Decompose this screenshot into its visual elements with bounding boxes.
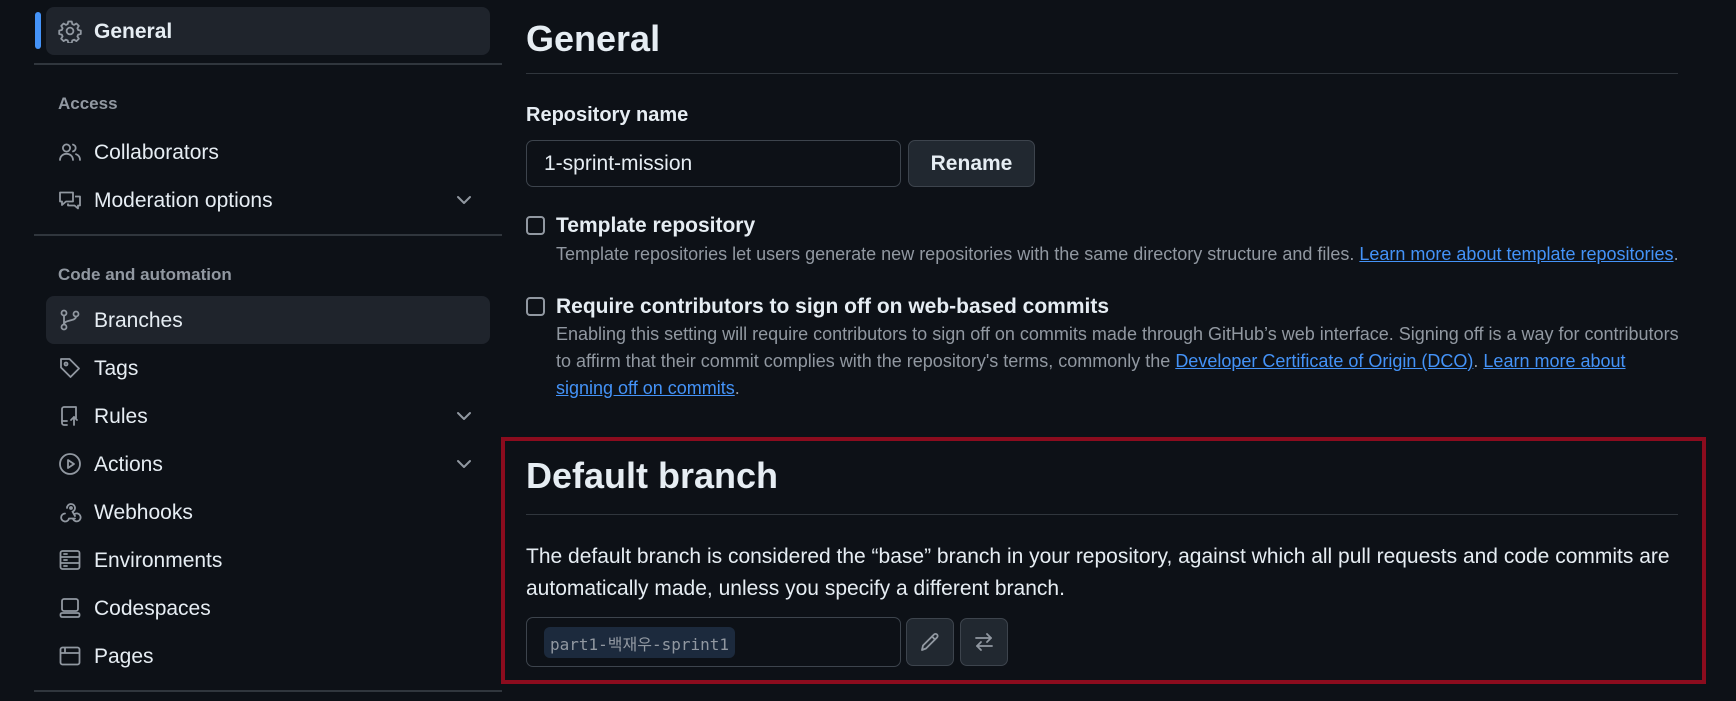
default-branch-title: Default branch xyxy=(526,455,779,496)
default-branch-name: part1-백재우-sprint1 xyxy=(544,627,736,658)
sidebar-item-rules[interactable]: Rules xyxy=(46,392,490,440)
browser-icon xyxy=(58,644,82,668)
sidebar-divider xyxy=(34,690,502,692)
default-branch-field: part1-백재우-sprint1 xyxy=(526,617,901,667)
arrow-switch-icon xyxy=(972,630,996,654)
signoff-desc-mid: . xyxy=(1473,351,1484,371)
sidebar-item-environments[interactable]: Environments xyxy=(46,536,490,584)
template-repository-description: Template repositories let users generate… xyxy=(556,241,1686,268)
sidebar-item-label: Rules xyxy=(94,404,148,428)
sidebar-item-codespaces[interactable]: Codespaces xyxy=(46,584,490,632)
default-branch-description: The default branch is considered the “ba… xyxy=(526,545,1670,600)
sidebar-item-moderation-options[interactable]: Moderation options xyxy=(46,176,490,224)
gear-icon xyxy=(58,19,82,43)
page-title: General xyxy=(526,18,661,59)
codespaces-icon xyxy=(58,596,82,620)
section-divider xyxy=(526,514,1678,515)
repo-push-icon xyxy=(58,404,82,428)
pencil-icon xyxy=(918,630,942,654)
git-branch-icon xyxy=(58,308,82,332)
sidebar-item-actions[interactable]: Actions xyxy=(46,440,490,488)
sidebar-item-label: Moderation options xyxy=(94,188,273,212)
play-icon xyxy=(58,452,82,476)
sidebar-item-label: Webhooks xyxy=(94,500,193,524)
sidebar-item-label: Branches xyxy=(94,308,183,332)
tag-icon xyxy=(58,356,82,380)
sidebar-item-pages[interactable]: Pages xyxy=(46,632,490,680)
require-signoff-description: Enabling this setting will require contr… xyxy=(556,321,1686,402)
template-repository-checkbox[interactable] xyxy=(526,216,545,235)
sidebar-item-tags[interactable]: Tags xyxy=(46,344,490,392)
sidebar-item-branches[interactable]: Branches xyxy=(46,296,490,344)
repository-name-input[interactable] xyxy=(526,140,901,187)
chevron-down-icon[interactable] xyxy=(452,452,476,476)
learn-more-template-link[interactable]: Learn more about template repositories xyxy=(1359,244,1673,264)
title-divider xyxy=(526,73,1678,74)
rename-button[interactable]: Rename xyxy=(908,140,1035,187)
chevron-down-icon[interactable] xyxy=(452,188,476,212)
sidebar-item-label: Actions xyxy=(94,452,163,476)
sidebar-item-label: Pages xyxy=(94,644,154,668)
sidebar-item-webhooks[interactable]: Webhooks xyxy=(46,488,490,536)
sidebar-divider xyxy=(34,234,502,236)
webhook-icon xyxy=(58,500,82,524)
repository-name-label: Repository name xyxy=(526,104,689,126)
sidebar-item-general[interactable]: General xyxy=(46,7,490,55)
chevron-down-icon[interactable] xyxy=(452,404,476,428)
server-icon xyxy=(58,548,82,572)
sidebar-item-label: Tags xyxy=(94,356,139,380)
comment-discussion-icon xyxy=(58,188,82,212)
signoff-desc-end: . xyxy=(734,378,740,398)
settings-main: General Repository name Rename Template … xyxy=(526,0,1710,701)
sidebar-item-label: Collaborators xyxy=(94,140,219,164)
sidebar-divider xyxy=(34,63,502,65)
people-icon xyxy=(58,140,82,164)
sidebar-heading-access: Access xyxy=(58,94,118,113)
active-indicator xyxy=(35,12,41,49)
rename-branch-button[interactable] xyxy=(906,618,954,666)
dco-link[interactable]: Developer Certificate of Origin (DCO) xyxy=(1175,351,1473,371)
switch-default-branch-button[interactable] xyxy=(960,618,1008,666)
template-desc-end: . xyxy=(1673,244,1679,264)
sidebar-item-label: Codespaces xyxy=(94,596,211,620)
sidebar-heading-code-automation: Code and automation xyxy=(58,265,232,284)
template-repository-title: Template repository xyxy=(556,214,756,237)
require-signoff-checkbox[interactable] xyxy=(526,297,545,316)
require-signoff-title: Require contributors to sign off on web-… xyxy=(556,295,1110,318)
sidebar-item-label: Environments xyxy=(94,548,223,572)
settings-sidebar: General Access Collaborators Moderation … xyxy=(0,0,502,701)
sidebar-item-label: General xyxy=(94,19,173,43)
template-desc-text: Template repositories let users generate… xyxy=(556,244,1360,264)
sidebar-item-collaborators[interactable]: Collaborators xyxy=(46,128,490,176)
